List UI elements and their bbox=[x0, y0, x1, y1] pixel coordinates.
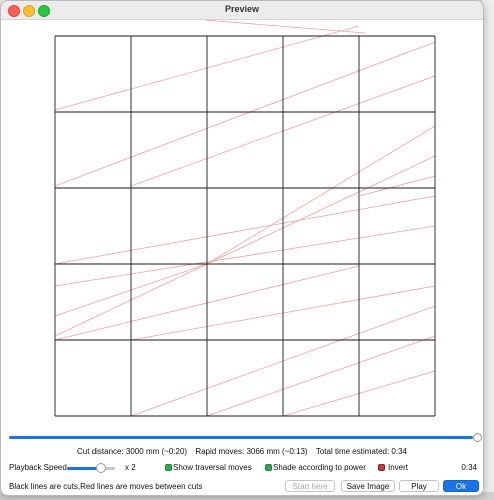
cut-distance-text: Cut distance: 3000 mm (~0:20) bbox=[77, 447, 188, 456]
show-traversal-label[interactable]: Show traversal moves bbox=[173, 463, 252, 472]
traversal-move-line bbox=[358, 175, 436, 197]
invert-checkbox[interactable] bbox=[378, 464, 385, 471]
save-image-button[interactable]: Save Image bbox=[341, 480, 395, 492]
show-traversal-checkbox[interactable] bbox=[165, 464, 172, 471]
stats-line: Cut distance: 3000 mm (~0:20) Rapid move… bbox=[1, 447, 483, 456]
legend-note: Black lines are cuts,Red lines are moves… bbox=[9, 482, 203, 491]
rapid-moves-text: Rapid moves: 3066 mm (~0:13) bbox=[195, 447, 308, 456]
playback-speed-label: Playback Speed bbox=[9, 463, 67, 472]
traversal-move-line bbox=[54, 195, 436, 265]
traversal-move-line bbox=[54, 225, 436, 287]
ok-button[interactable]: Ok bbox=[443, 480, 479, 492]
playback-time: 0:34 bbox=[461, 463, 477, 472]
footer-row: Black lines are cuts,Red lines are moves… bbox=[9, 480, 479, 493]
playback-progress-bar[interactable] bbox=[9, 436, 473, 439]
play-button[interactable]: Play bbox=[399, 480, 439, 492]
playback-speed-value: x 2 bbox=[125, 463, 136, 472]
traversal-move-line bbox=[54, 155, 436, 337]
playback-progress-knob[interactable] bbox=[473, 433, 482, 442]
preview-canvas bbox=[3, 20, 481, 430]
playback-speed-slider-knob[interactable] bbox=[96, 463, 106, 473]
total-time-text: Total time estimated: 0:34 bbox=[315, 447, 407, 456]
start-here-button[interactable]: Start here bbox=[285, 480, 335, 492]
preview-window: Preview Cut distance: 3000 mm (~0:20) Ra… bbox=[0, 0, 484, 496]
traversal-move-line bbox=[54, 41, 436, 187]
traversal-move-line bbox=[206, 125, 436, 265]
shade-power-label[interactable]: Shade according to power bbox=[273, 463, 366, 472]
title-bar: Preview bbox=[1, 1, 483, 20]
shade-power-checkbox[interactable] bbox=[265, 464, 272, 471]
window-title: Preview bbox=[224, 4, 260, 14]
traversal-move-line bbox=[204, 20, 366, 34]
playback-controls: Playback Speed x 2 Show traversal moves … bbox=[9, 462, 479, 474]
invert-label[interactable]: Invert bbox=[388, 463, 408, 472]
